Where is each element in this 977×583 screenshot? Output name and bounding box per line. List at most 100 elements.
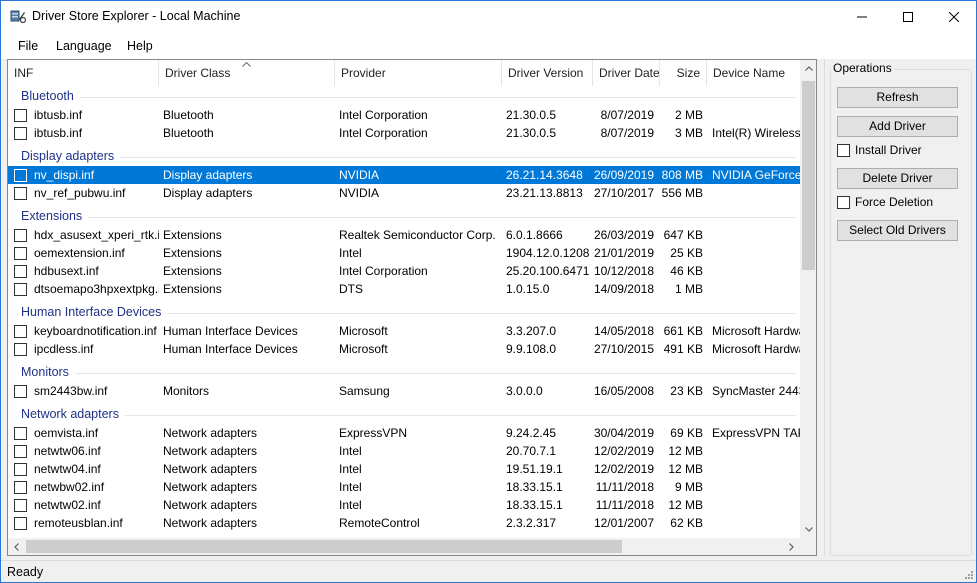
group-header[interactable]: Network adapters [8, 404, 800, 424]
cell-device-name [712, 262, 800, 280]
table-row[interactable]: ibtusb.inf Bluetooth Intel Corporation 21.3… [8, 106, 800, 124]
row-checkbox[interactable] [14, 169, 27, 182]
group-header[interactable]: Display adapters [8, 146, 800, 166]
table-row[interactable]: remoteusblan.inf Network adapters RemoteCo… [8, 514, 800, 532]
title-bar[interactable]: Driver Store Explorer - Local Machine [1, 1, 976, 32]
row-checkbox[interactable] [14, 499, 27, 512]
horizontal-scroll-thumb[interactable] [26, 540, 622, 553]
row-checkbox[interactable] [14, 481, 27, 494]
app-window: Driver Store Explorer - Local Machine Fi… [0, 0, 977, 583]
row-checkbox[interactable] [14, 343, 27, 356]
status-text: Ready [7, 565, 44, 579]
table-row[interactable]: oemextension.inf Extensions Intel 1904.12.0… [8, 244, 800, 262]
cell-device-name [712, 478, 800, 496]
cell-device-name [712, 280, 800, 298]
cell-driver-date: 12/01/2007 [593, 516, 654, 530]
row-checkbox[interactable] [14, 187, 27, 200]
group-header[interactable]: Human Interface Devices [8, 302, 800, 322]
row-checkbox[interactable] [14, 127, 27, 140]
cell-inf: netwtw06.inf [34, 444, 101, 458]
table-row[interactable]: netwtw04.inf Network adapters Intel 19.51.1… [8, 460, 800, 478]
scroll-down-icon[interactable] [800, 521, 816, 538]
row-checkbox[interactable] [14, 385, 27, 398]
cell-device-name [712, 514, 800, 532]
row-checkbox[interactable] [14, 283, 27, 296]
table-row[interactable]: sm2443bw.inf Monitors Samsung 3.0.0.0 16/05/… [8, 382, 800, 400]
group-label: Monitors [21, 365, 69, 379]
group-label: Network adapters [21, 407, 119, 421]
column-driver-date[interactable]: Driver Date [593, 60, 660, 86]
window-title: Driver Store Explorer - Local Machine [32, 9, 241, 23]
operations-panel: Operations Refresh Add Driver Install Dr… [824, 59, 976, 556]
row-checkbox[interactable] [14, 229, 27, 242]
column-driver-version[interactable]: Driver Version [502, 60, 593, 86]
table-row[interactable]: ibtusb.inf Bluetooth Intel Corporation 21.3… [8, 124, 800, 142]
column-device-name[interactable]: Device Name [707, 60, 800, 86]
column-inf[interactable]: INF [8, 60, 159, 86]
row-checkbox[interactable] [14, 325, 27, 338]
cell-device-name: SyncMaster 2443E [712, 384, 800, 398]
cell-driver-version: 1.0.15.0 [506, 282, 550, 296]
table-row[interactable]: ipcdless.inf Human Interface Devices Micro… [8, 340, 800, 358]
table-row[interactable]: nv_dispi.inf Display adapters NVIDIA 26.21.… [8, 166, 800, 184]
force-deletion-label: Force Deletion [855, 195, 934, 209]
cell-inf: netwtw04.inf [34, 462, 101, 476]
menu-language[interactable]: Language [56, 39, 112, 53]
table-row[interactable]: nv_ref_pubwu.inf Display adapters NVIDIA 23… [8, 184, 800, 202]
cell-size: 23 KB [670, 384, 703, 398]
table-row[interactable]: oemvista.inf Network adapters ExpressVPN 9.… [8, 424, 800, 442]
scroll-up-icon[interactable] [800, 60, 816, 77]
horizontal-scrollbar[interactable] [8, 538, 800, 555]
menu-file[interactable]: File [18, 39, 38, 53]
group-header[interactable]: Monitors [8, 362, 800, 382]
driver-list[interactable]: INF Driver Class Provider Driver Version… [7, 59, 817, 556]
cell-driver-version: 19.51.19.1 [506, 462, 563, 476]
close-button[interactable] [931, 1, 977, 32]
scroll-right-icon[interactable] [783, 538, 800, 555]
scroll-left-icon[interactable] [8, 538, 25, 555]
cell-driver-version: 18.33.15.1 [506, 480, 563, 494]
table-row[interactable]: netwtw02.inf Network adapters Intel 18.33.1… [8, 496, 800, 514]
table-row[interactable]: dtsoemapo3hpxextpkg.inf Extensions DTS 1.0.… [8, 280, 800, 298]
delete-driver-button[interactable]: Delete Driver [837, 168, 958, 189]
force-deletion-checkbox-box[interactable] [837, 196, 850, 209]
cell-driver-version: 9.24.2.45 [506, 426, 557, 440]
add-driver-button[interactable]: Add Driver [837, 116, 958, 137]
row-checkbox[interactable] [14, 265, 27, 278]
group-label: Display adapters [21, 149, 115, 163]
refresh-button[interactable]: Refresh [837, 87, 958, 108]
cell-size: 62 KB [670, 516, 703, 530]
column-size[interactable]: Size [660, 60, 707, 86]
cell-provider: Samsung [339, 384, 390, 398]
cell-device-name [712, 442, 800, 460]
cell-provider: Intel Corporation [339, 264, 428, 278]
table-row[interactable]: netwtw06.inf Network adapters Intel 20.70.7… [8, 442, 800, 460]
table-row[interactable]: keyboardnotification.inf Human Interface … [8, 322, 800, 340]
minimize-button[interactable] [839, 1, 885, 32]
group-header[interactable]: Bluetooth [8, 86, 800, 106]
menu-help[interactable]: Help [127, 39, 153, 53]
row-checkbox[interactable] [14, 109, 27, 122]
row-checkbox[interactable] [14, 247, 27, 260]
install-driver-checkbox-box[interactable] [837, 144, 850, 157]
cell-device-name [712, 226, 800, 244]
vertical-scrollbar[interactable] [800, 60, 816, 538]
cell-inf: oemvista.inf [34, 426, 99, 440]
row-checkbox[interactable] [14, 463, 27, 476]
vertical-scroll-thumb[interactable] [802, 81, 815, 270]
row-checkbox[interactable] [14, 517, 27, 530]
maximize-button[interactable] [885, 1, 931, 32]
table-row[interactable]: hdbusext.inf Extensions Intel Corporation 2… [8, 262, 800, 280]
cell-provider: Intel [339, 498, 362, 512]
cell-driver-class: Extensions [163, 264, 222, 278]
row-checkbox[interactable] [14, 427, 27, 440]
column-provider[interactable]: Provider [335, 60, 502, 86]
group-header[interactable]: Extensions [8, 206, 800, 226]
cell-inf: oemextension.inf [34, 246, 125, 260]
table-row[interactable]: netwbw02.inf Network adapters Intel 18.33.1… [8, 478, 800, 496]
resize-grip-icon[interactable] [963, 569, 974, 580]
row-checkbox[interactable] [14, 445, 27, 458]
cell-driver-class: Display adapters [163, 168, 253, 182]
select-old-drivers-button[interactable]: Select Old Drivers [837, 220, 958, 241]
table-row[interactable]: hdx_asusext_xperi_rtk.inf Extensions Realt… [8, 226, 800, 244]
